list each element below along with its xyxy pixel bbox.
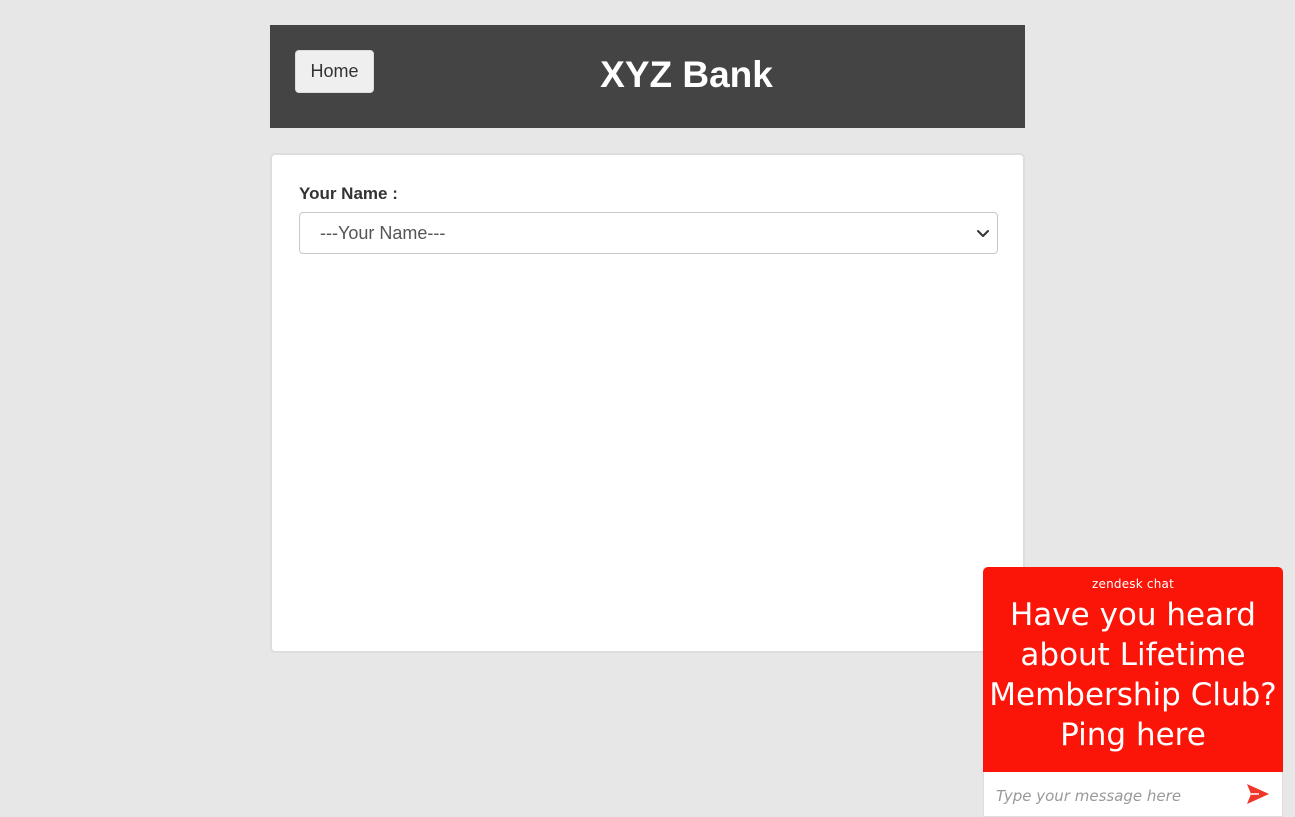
bank-title: XYZ Bank xyxy=(600,54,773,95)
chat-widget: zendesk chat Have you heard about Lifeti… xyxy=(983,567,1283,817)
chevron-down-icon xyxy=(977,230,989,237)
your-name-label: Your Name : xyxy=(299,184,398,203)
chat-input-placeholder: Type your message here xyxy=(996,787,1182,805)
user-select[interactable]: ---Your Name--- xyxy=(299,212,998,254)
user-select-value: ---Your Name--- xyxy=(320,223,446,243)
chat-message-input[interactable]: Type your message here xyxy=(983,772,1283,817)
chat-brand: zendesk chat xyxy=(1092,577,1174,591)
chat-banner[interactable]: zendesk chat Have you heard about Lifeti… xyxy=(983,567,1283,772)
chat-promo-message: Have you heard about Lifetime Membership… xyxy=(989,597,1277,753)
top-header: Home XYZ Bank xyxy=(270,25,1025,128)
send-icon[interactable] xyxy=(1246,782,1270,806)
main-panel: Your Name : ---Your Name--- xyxy=(270,153,1025,653)
